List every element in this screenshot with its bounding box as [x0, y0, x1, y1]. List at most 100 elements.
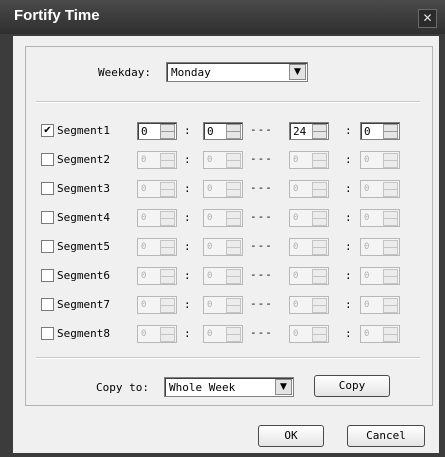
- start-m-spinner[interactable]: 0: [203, 209, 243, 227]
- spin-down-icon[interactable]: [226, 160, 241, 168]
- segment-checkbox[interactable]: ✔: [41, 124, 54, 137]
- end-m-spinner[interactable]: 0: [360, 151, 400, 169]
- end-h-spinner[interactable]: 0: [289, 238, 329, 256]
- copy-to-dropdown[interactable]: Whole Week ▼: [164, 377, 294, 397]
- start-m-value: 0: [207, 184, 213, 194]
- segment-label: Segment4: [57, 211, 110, 224]
- end-h-spinner[interactable]: 0: [289, 151, 329, 169]
- end-m-value: 0: [364, 300, 370, 310]
- spin-down-icon[interactable]: [160, 305, 175, 313]
- segment-checkbox[interactable]: [41, 327, 54, 340]
- copy-button[interactable]: Copy: [314, 375, 390, 397]
- segment-checkbox[interactable]: [41, 211, 54, 224]
- start-m-spinner[interactable]: 0: [203, 238, 243, 256]
- fortify-time-dialog: Fortify Time ✕ Weekday: Monday ▼ ✔ Segmen…: [0, 0, 445, 457]
- schedule-panel: Weekday: Monday ▼ ✔ Segment1 0 0 24 0:: --- Seg…: [25, 46, 433, 406]
- spin-down-icon[interactable]: [160, 247, 175, 255]
- ok-button[interactable]: OK: [258, 425, 324, 447]
- end-m-spinner[interactable]: 0: [360, 296, 400, 314]
- spin-down-icon[interactable]: [226, 334, 241, 342]
- start-h-spinner[interactable]: 0: [137, 209, 177, 227]
- close-button[interactable]: ✕: [418, 9, 437, 28]
- chevron-down-icon: ▼: [289, 64, 306, 80]
- segment-label: Segment6: [57, 269, 110, 282]
- spin-down-icon[interactable]: [312, 334, 327, 342]
- start-m-spinner[interactable]: 0: [203, 267, 243, 285]
- range-dash: ---: [250, 297, 273, 310]
- spin-down-icon[interactable]: [383, 276, 398, 284]
- spin-down-icon[interactable]: [226, 305, 241, 313]
- end-m-spinner[interactable]: 0: [360, 238, 400, 256]
- start-m-value: 0: [207, 242, 213, 252]
- segment-checkbox[interactable]: [41, 298, 54, 311]
- end-h-spinner[interactable]: 0: [289, 325, 329, 343]
- spin-down-icon[interactable]: [160, 189, 175, 197]
- cancel-button[interactable]: Cancel: [347, 425, 425, 447]
- end-m-spinner[interactable]: 0: [360, 325, 400, 343]
- spin-down-icon[interactable]: [226, 218, 241, 226]
- spin-down-icon[interactable]: [383, 334, 398, 342]
- spin-down-icon[interactable]: [160, 334, 175, 342]
- spin-down-icon[interactable]: [312, 218, 327, 226]
- time-colon: :: [345, 153, 352, 166]
- spin-down-icon[interactable]: [312, 247, 327, 255]
- start-m-spinner[interactable]: 0: [203, 151, 243, 169]
- start-h-spinner[interactable]: 0: [137, 267, 177, 285]
- end-m-spinner[interactable]: 0: [360, 122, 400, 140]
- spin-down-icon[interactable]: [312, 189, 327, 197]
- end-m-spinner[interactable]: 0: [360, 209, 400, 227]
- weekday-dropdown[interactable]: Monday ▼: [166, 62, 308, 82]
- start-h-value: 0: [141, 125, 148, 138]
- end-h-spinner[interactable]: 0: [289, 209, 329, 227]
- start-h-spinner[interactable]: 0: [137, 325, 177, 343]
- segment-checkbox[interactable]: [41, 182, 54, 195]
- end-h-spinner[interactable]: 0: [289, 180, 329, 198]
- spin-down-icon[interactable]: [226, 189, 241, 197]
- end-h-spinner[interactable]: 24: [289, 122, 329, 140]
- time-colon: :: [184, 327, 191, 340]
- start-h-spinner[interactable]: 0: [137, 296, 177, 314]
- spin-down-icon[interactable]: [160, 276, 175, 284]
- spin-down-icon[interactable]: [312, 131, 327, 139]
- spin-down-icon[interactable]: [226, 131, 241, 139]
- spin-down-icon[interactable]: [312, 276, 327, 284]
- segment-checkbox[interactable]: [41, 153, 54, 166]
- spin-down-icon[interactable]: [312, 305, 327, 313]
- start-h-spinner[interactable]: 0: [137, 180, 177, 198]
- spin-down-icon[interactable]: [383, 131, 398, 139]
- segment-checkbox[interactable]: [41, 269, 54, 282]
- spin-down-icon[interactable]: [160, 131, 175, 139]
- start-m-value: 0: [207, 155, 213, 165]
- spin-down-icon[interactable]: [160, 160, 175, 168]
- end-m-value: 0: [364, 271, 370, 281]
- end-h-spinner[interactable]: 0: [289, 267, 329, 285]
- start-h-spinner[interactable]: 0: [137, 122, 177, 140]
- spin-down-icon[interactable]: [383, 160, 398, 168]
- time-colon: :: [345, 269, 352, 282]
- title-bar[interactable]: Fortify Time ✕: [0, 0, 445, 34]
- spin-down-icon[interactable]: [226, 276, 241, 284]
- start-m-spinner[interactable]: 0: [203, 180, 243, 198]
- start-m-spinner[interactable]: 0: [203, 296, 243, 314]
- range-dash: ---: [250, 326, 273, 339]
- spin-down-icon[interactable]: [383, 305, 398, 313]
- segment-row: Segment6 0 0 0 0:: ---: [26, 265, 432, 285]
- spin-down-icon[interactable]: [312, 160, 327, 168]
- end-m-value: 0: [364, 242, 370, 252]
- start-m-spinner[interactable]: 0: [203, 325, 243, 343]
- start-h-spinner[interactable]: 0: [137, 238, 177, 256]
- spin-down-icon[interactable]: [383, 247, 398, 255]
- spin-down-icon[interactable]: [383, 218, 398, 226]
- spin-down-icon[interactable]: [226, 247, 241, 255]
- start-h-spinner[interactable]: 0: [137, 151, 177, 169]
- range-dash: ---: [250, 268, 273, 281]
- end-m-spinner[interactable]: 0: [360, 180, 400, 198]
- spin-down-icon[interactable]: [160, 218, 175, 226]
- end-h-spinner[interactable]: 0: [289, 296, 329, 314]
- spin-down-icon[interactable]: [383, 189, 398, 197]
- copy-to-label: Copy to:: [96, 381, 149, 394]
- end-m-spinner[interactable]: 0: [360, 267, 400, 285]
- start-m-spinner[interactable]: 0: [203, 122, 243, 140]
- segment-row: Segment8 0 0 0 0:: ---: [26, 323, 432, 343]
- segment-checkbox[interactable]: [41, 240, 54, 253]
